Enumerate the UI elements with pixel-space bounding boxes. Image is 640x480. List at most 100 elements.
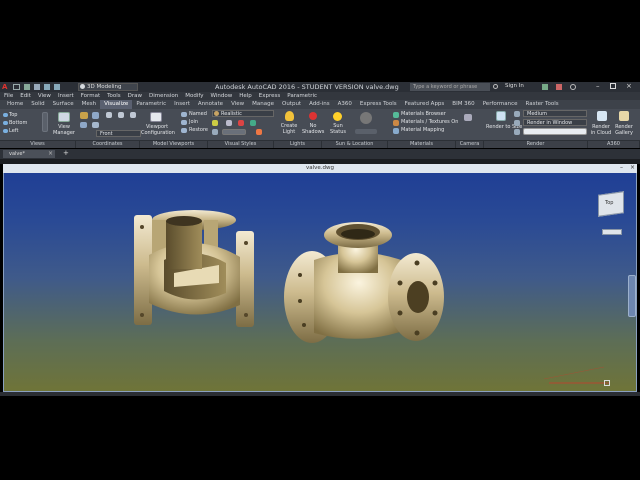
viewport-corner-icon[interactable]	[604, 380, 610, 386]
menu-format[interactable]: Format	[81, 93, 100, 99]
panel-lights[interactable]: Lights	[274, 141, 322, 148]
panel-sun-location[interactable]: Sun & Location	[322, 141, 388, 148]
valve-solid-model[interactable]	[284, 222, 444, 343]
ucs-x-icon[interactable]	[106, 112, 112, 118]
exchange-icon[interactable]	[542, 84, 548, 90]
tab-visualize[interactable]: Visualize	[100, 100, 133, 109]
set-location-icon[interactable]	[360, 112, 372, 124]
join-viewports-button[interactable]: Join	[189, 119, 198, 125]
tab-annotate[interactable]: Annotate	[194, 100, 227, 109]
maximize-icon[interactable]	[610, 83, 616, 89]
tab-surface[interactable]: Surface	[49, 100, 78, 109]
menu-dimension[interactable]: Dimension	[149, 93, 178, 99]
materials-browser-button[interactable]: Materials Browser	[401, 111, 446, 117]
panel-model-viewports[interactable]: Model Viewports	[140, 141, 208, 148]
new-tab-plus-icon[interactable]: +	[63, 149, 69, 157]
redo-icon[interactable]	[54, 84, 60, 90]
autocad-logo-icon[interactable]: A	[2, 83, 7, 91]
render-gallery-button[interactable]: Render Gallery	[613, 124, 635, 136]
valve-model-canvas[interactable]	[4, 165, 638, 393]
face-style-icon[interactable]	[250, 120, 256, 126]
panel-a360[interactable]: A360	[588, 141, 640, 148]
edge-color-icon[interactable]	[238, 120, 244, 126]
visual-style-dropdown[interactable]: Realistic	[212, 110, 274, 117]
menu-parametric[interactable]: Parametric	[287, 93, 317, 99]
views-scroll[interactable]	[42, 112, 48, 132]
ucs-3point-icon[interactable]	[92, 122, 99, 128]
search-icon[interactable]	[493, 84, 498, 89]
ucs-y-icon[interactable]	[118, 112, 124, 118]
workspace-dropdown[interactable]: 3D Modeling	[78, 83, 138, 91]
camera-icon[interactable]	[464, 114, 472, 121]
no-shadows-button[interactable]: No Shadows	[302, 123, 324, 135]
restore-viewports-button[interactable]: Restore	[189, 127, 208, 133]
materials-textures-dropdown[interactable]: Materials / Textures On	[401, 119, 458, 125]
navigation-bar[interactable]	[628, 275, 636, 317]
ucs-z-icon[interactable]	[130, 112, 136, 118]
sun-status-button[interactable]: Sun Status	[327, 123, 349, 135]
tab-view[interactable]: View	[227, 100, 248, 109]
print-icon[interactable]	[34, 84, 40, 90]
panel-views[interactable]: Views	[0, 141, 76, 148]
close-icon[interactable]: ×	[626, 82, 632, 90]
panel-coordinates[interactable]: Coordinates	[76, 141, 140, 148]
menu-help[interactable]: Help	[239, 93, 252, 99]
tab-bim-360[interactable]: BIM 360	[448, 100, 478, 109]
view-left[interactable]: Left	[9, 128, 18, 134]
undo-icon[interactable]	[44, 84, 50, 90]
ucs-front-dropdown[interactable]: Front	[96, 130, 141, 137]
tab-add-ins[interactable]: Add-ins	[305, 100, 334, 109]
tab-performance[interactable]: Performance	[479, 100, 522, 109]
menu-insert[interactable]: Insert	[58, 93, 74, 99]
opacity-slider[interactable]	[222, 129, 246, 135]
search-input[interactable]: Type a keyword or phrase	[410, 83, 490, 91]
render-preset-dropdown[interactable]: Medium	[523, 110, 587, 117]
viewport-close-icon[interactable]: ×	[630, 164, 635, 171]
open-icon[interactable]	[13, 84, 20, 90]
ucs-origin-icon[interactable]	[80, 122, 87, 128]
panel-render[interactable]: Render	[484, 141, 588, 148]
tab-featured-apps[interactable]: Featured Apps	[401, 100, 449, 109]
face-color-icon[interactable]	[256, 129, 262, 135]
sun-slider[interactable]	[355, 129, 377, 134]
edges-icon[interactable]	[212, 129, 218, 135]
create-light-button[interactable]: Create Light	[278, 123, 300, 135]
material-mapping-dropdown[interactable]: Material Mapping	[401, 127, 444, 133]
sign-in-link[interactable]: Sign In	[505, 83, 524, 89]
tab-express-tools[interactable]: Express Tools	[356, 100, 401, 109]
ucs-world-icon[interactable]	[92, 112, 99, 119]
tab-insert[interactable]: Insert	[170, 100, 194, 109]
wcs-menu[interactable]	[602, 229, 622, 235]
a360-icon[interactable]	[556, 84, 562, 90]
menu-modify[interactable]: Modify	[185, 93, 203, 99]
menu-view[interactable]: View	[38, 93, 51, 99]
panel-camera[interactable]: Camera	[456, 141, 484, 148]
tab-a360[interactable]: A360	[334, 100, 356, 109]
panel-materials[interactable]: Materials	[388, 141, 456, 148]
named-viewports-button[interactable]: Named	[189, 111, 207, 117]
tab-home[interactable]: Home	[3, 100, 27, 109]
doc-tab-close-icon[interactable]: ×	[48, 150, 53, 157]
view-manager-button[interactable]: View Manager	[52, 124, 76, 136]
tab-parametric[interactable]: Parametric	[132, 100, 170, 109]
panel-visual-styles[interactable]: Visual Styles	[208, 141, 274, 148]
valve-section-model[interactable]	[134, 210, 254, 327]
shadows-icon[interactable]	[226, 120, 232, 126]
menu-file[interactable]: File	[4, 93, 13, 99]
render-output-dropdown[interactable]: Render in Window	[523, 119, 587, 126]
tab-mesh[interactable]: Mesh	[78, 100, 100, 109]
menu-draw[interactable]: Draw	[128, 93, 142, 99]
render-in-cloud-button[interactable]: Render in Cloud	[590, 124, 612, 136]
tab-output[interactable]: Output	[278, 100, 305, 109]
minimize-icon[interactable]: –	[596, 82, 600, 90]
drawing-viewport[interactable]: Top	[3, 164, 637, 392]
menu-tools[interactable]: Tools	[107, 93, 121, 99]
tab-solid[interactable]: Solid	[27, 100, 48, 109]
menu-edit[interactable]: Edit	[20, 93, 31, 99]
render-size-field[interactable]	[523, 128, 587, 135]
view-top[interactable]: Top	[9, 112, 17, 118]
tab-manage[interactable]: Manage	[248, 100, 278, 109]
viewport-minimize-icon[interactable]: –	[620, 164, 623, 171]
view-bottom[interactable]: Bottom	[9, 120, 27, 126]
ucs-icon[interactable]	[80, 112, 88, 119]
